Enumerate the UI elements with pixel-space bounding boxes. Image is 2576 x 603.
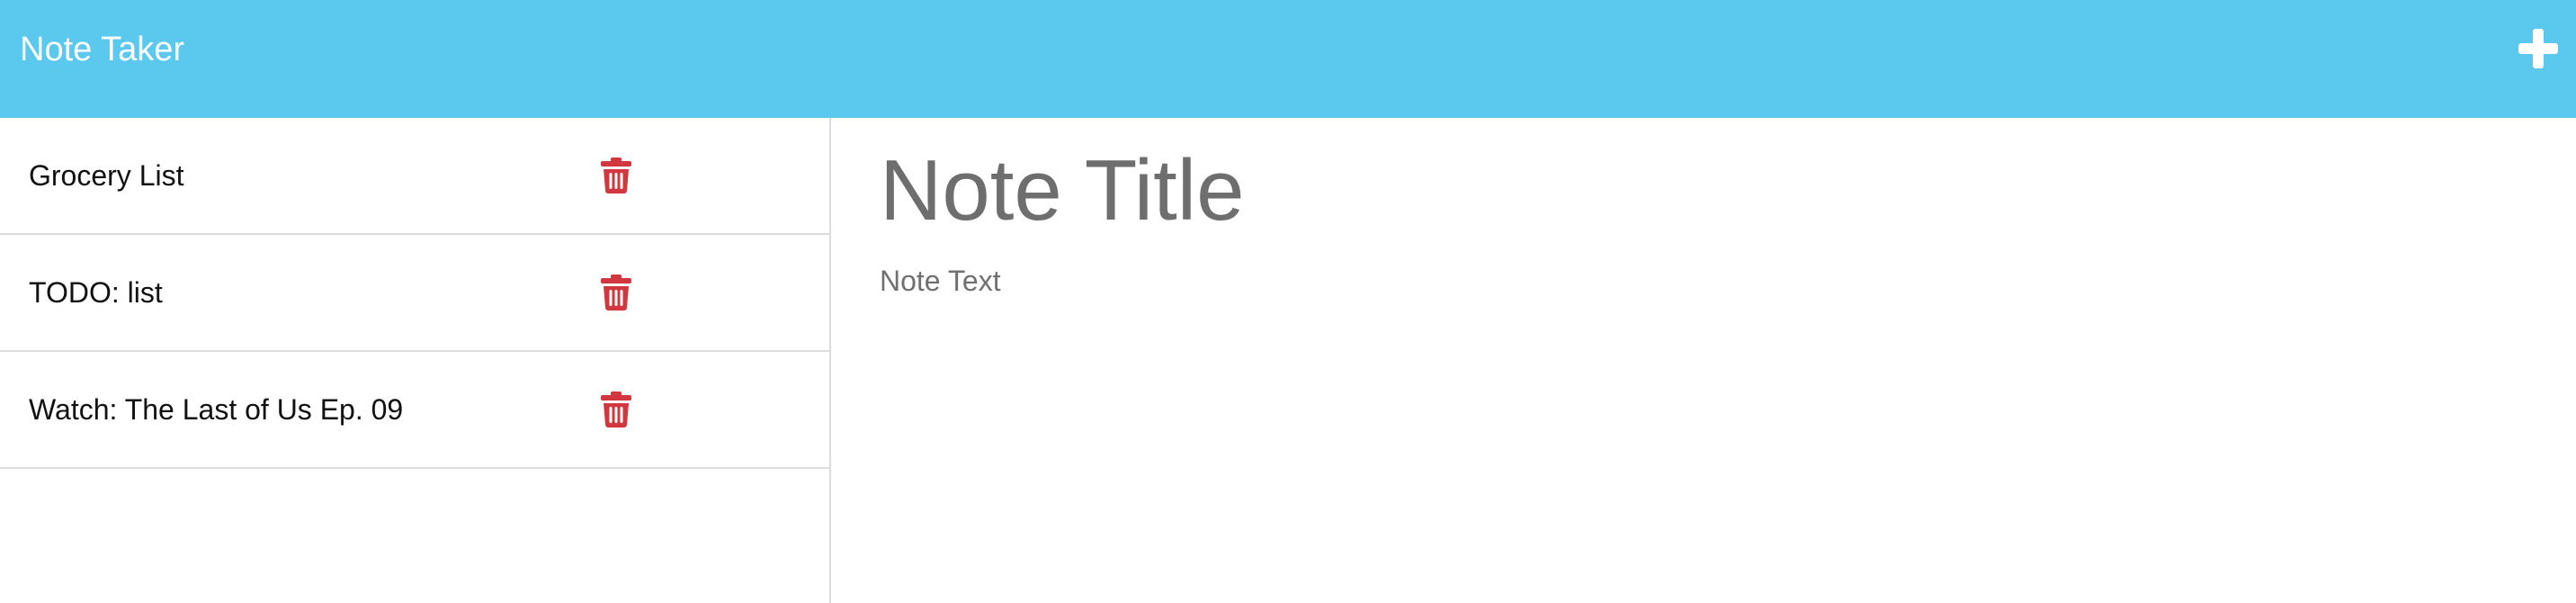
note-item-watch-last-of-us[interactable]: Watch: The Last of Us Ep. 09 [0, 352, 829, 469]
note-sidebar: Grocery List TODO: list Watch: The Last … [0, 118, 831, 603]
plus-icon [2518, 29, 2558, 68]
trash-icon [601, 274, 631, 310]
trash-icon [601, 392, 631, 428]
delete-note-button[interactable] [601, 158, 631, 194]
note-item-grocery-list[interactable]: Grocery List [0, 118, 829, 235]
note-editor [831, 118, 2576, 603]
delete-note-button[interactable] [601, 392, 631, 428]
trash-icon [601, 158, 631, 194]
delete-note-button[interactable] [601, 274, 631, 310]
note-item-title[interactable]: Watch: The Last of Us Ep. 09 [29, 352, 403, 467]
navbar: Note Taker [0, 0, 2576, 118]
app-title: Note Taker [20, 31, 185, 68]
note-list: Grocery List TODO: list Watch: The Last … [0, 118, 829, 469]
note-title-input[interactable] [880, 138, 2499, 244]
note-item-title[interactable]: Grocery List [29, 118, 183, 233]
note-item-todo-list[interactable]: TODO: list [0, 235, 829, 352]
note-text-textarea[interactable] [880, 262, 2499, 568]
note-item-title[interactable]: TODO: list [29, 235, 163, 350]
new-note-button[interactable] [2517, 22, 2560, 74]
